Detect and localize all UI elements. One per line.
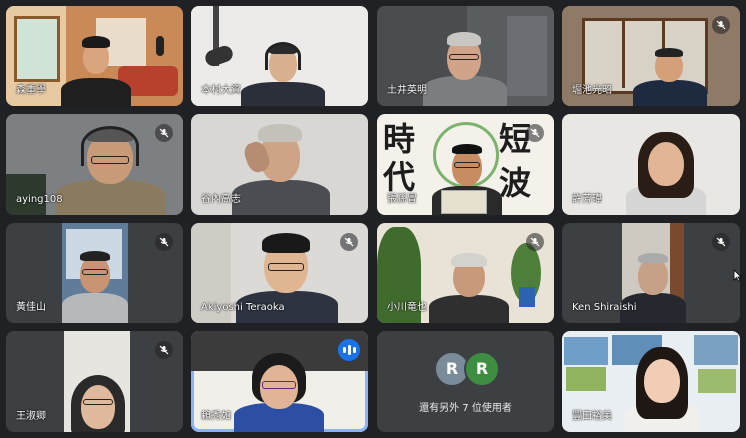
participant-name: 豐田裕美: [572, 411, 612, 422]
mouse-cursor-icon: [733, 267, 742, 286]
participant-tile[interactable]: 時 代 短 波 張孫冒: [377, 114, 554, 215]
participant-name: 賴秀如: [201, 411, 231, 422]
muted-mic-icon: [712, 233, 730, 251]
muted-mic-icon: [526, 233, 544, 251]
participant-name: 谷內高志: [201, 194, 241, 205]
participant-name: 森重學: [16, 85, 46, 96]
participant-name: aying108: [16, 194, 63, 205]
muted-mic-icon: [340, 233, 358, 251]
book-cover-char: 代: [383, 158, 416, 196]
muted-mic-icon: [712, 16, 730, 34]
more-participants-label: 還有另外 7 位使用者: [419, 403, 512, 414]
participant-tile[interactable]: 谷內高志: [191, 114, 368, 215]
participant-tile-active-speaker[interactable]: 賴秀如: [191, 331, 368, 432]
participant-tile[interactable]: 豐田裕美: [562, 331, 740, 432]
participant-tile[interactable]: 黃佳山: [6, 223, 183, 323]
participant-name: 許芳瑋: [572, 194, 602, 205]
participant-name: 王淑卿: [16, 411, 46, 422]
participant-tile[interactable]: Akiyoshi Teraoka: [191, 223, 368, 323]
participant-name: 張孫冒: [387, 194, 417, 205]
more-participants-tile[interactable]: R R 還有另外 7 位使用者: [377, 331, 554, 432]
participant-tile[interactable]: 土井英明: [377, 6, 554, 106]
participant-name: 小川竜也: [387, 302, 427, 313]
muted-mic-icon: [155, 124, 173, 142]
muted-mic-icon: [155, 233, 173, 251]
participant-tile[interactable]: 王淑卿: [6, 331, 183, 432]
participant-name: 本村大資: [201, 85, 241, 96]
participant-tile[interactable]: 森重學: [6, 6, 183, 106]
participant-tile[interactable]: 小川竜也: [377, 223, 554, 323]
muted-mic-icon: [155, 341, 173, 359]
participant-avatar: R: [464, 351, 500, 387]
speaking-indicator-icon: [338, 339, 360, 361]
book-cover-char: 波: [499, 164, 532, 202]
participant-name: 黃佳山: [16, 302, 46, 313]
participant-tile[interactable]: 堀池光昭: [562, 6, 740, 106]
participant-name: Ken Shiraishi: [572, 302, 637, 313]
participant-tile[interactable]: 許芳瑋: [562, 114, 740, 215]
muted-mic-icon: [526, 124, 544, 142]
participant-name: Akiyoshi Teraoka: [201, 302, 285, 313]
participant-name: 堀池光昭: [572, 85, 612, 96]
participant-tile[interactable]: Ken Shiraishi: [562, 223, 740, 323]
participant-name: 土井英明: [387, 85, 427, 96]
participant-tile[interactable]: aying108: [6, 114, 183, 215]
participant-tile[interactable]: 本村大資: [191, 6, 368, 106]
